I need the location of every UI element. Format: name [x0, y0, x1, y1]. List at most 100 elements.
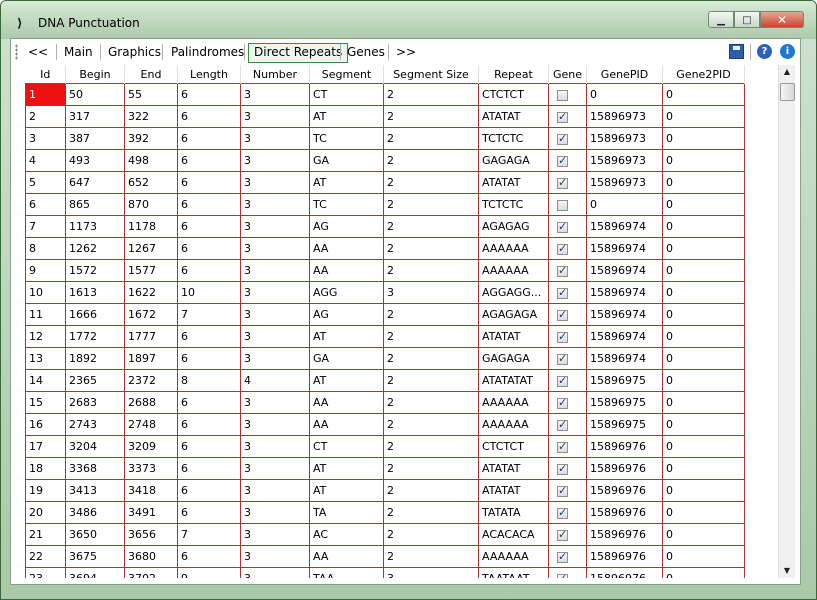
- table-cell[interactable]: 652: [124, 171, 178, 194]
- table-cell[interactable]: AT: [309, 457, 384, 480]
- table-cell[interactable]: 15896973: [586, 105, 663, 128]
- table-cell[interactable]: 6: [177, 347, 241, 370]
- gene-checkbox[interactable]: [557, 132, 568, 145]
- gene-checkbox-cell[interactable]: [548, 501, 587, 524]
- table-cell[interactable]: 6: [177, 391, 241, 414]
- table-cell[interactable]: 3: [240, 325, 310, 348]
- table-cell[interactable]: AAAAAA: [478, 259, 549, 282]
- table-cell[interactable]: AA: [309, 237, 384, 260]
- table-cell[interactable]: 0: [662, 127, 745, 150]
- table-row[interactable]: 121772177763AT2ATATAT 158969740: [25, 325, 745, 348]
- table-row[interactable]: 173204320963CT2CTCTCT 158969760: [25, 435, 745, 458]
- table-cell[interactable]: 1613: [65, 281, 125, 304]
- table-cell[interactable]: 3: [240, 237, 310, 260]
- table-cell[interactable]: 6: [177, 215, 241, 238]
- table-cell[interactable]: ATATAT: [478, 171, 549, 194]
- table-cell[interactable]: 3650: [65, 523, 125, 546]
- table-cell[interactable]: 0: [662, 237, 745, 260]
- table-cell[interactable]: 3702: [124, 567, 178, 578]
- table-cell[interactable]: 13: [25, 347, 66, 370]
- table-row[interactable]: 564765263AT2ATATAT 158969730: [25, 171, 745, 194]
- column-header[interactable]: Id: [25, 65, 66, 84]
- table-cell[interactable]: 15896976: [586, 501, 663, 524]
- table-cell[interactable]: 3: [240, 105, 310, 128]
- table-cell[interactable]: 11: [25, 303, 66, 326]
- table-cell[interactable]: 1622: [124, 281, 178, 304]
- gene-checkbox-cell[interactable]: [548, 193, 587, 216]
- table-cell[interactable]: 1772: [65, 325, 125, 348]
- table-cell[interactable]: 15896974: [586, 259, 663, 282]
- table-cell[interactable]: 12: [25, 325, 66, 348]
- table-cell[interactable]: 15896973: [586, 127, 663, 150]
- table-row[interactable]: 152683268863AA2AAAAAA 158969750: [25, 391, 745, 414]
- table-cell[interactable]: 3368: [65, 457, 125, 480]
- table-cell[interactable]: 3: [240, 479, 310, 502]
- table-cell[interactable]: 20: [25, 501, 66, 524]
- table-cell[interactable]: 2: [383, 523, 479, 546]
- table-row[interactable]: 1016131622103AGG3AGGAGG...158969740: [25, 281, 745, 304]
- table-cell[interactable]: 1: [25, 83, 66, 106]
- table-cell[interactable]: 6: [177, 105, 241, 128]
- table-cell[interactable]: 1897: [124, 347, 178, 370]
- table-cell[interactable]: 3: [240, 83, 310, 106]
- gene-checkbox[interactable]: [557, 352, 568, 365]
- table-cell[interactable]: 3694: [65, 567, 125, 578]
- gene-checkbox[interactable]: [557, 484, 568, 497]
- gene-checkbox-cell[interactable]: [548, 237, 587, 260]
- table-cell[interactable]: 3: [240, 259, 310, 282]
- table-row[interactable]: 449349863GA2GAGAGA 158969730: [25, 149, 745, 172]
- table-cell[interactable]: 1267: [124, 237, 178, 260]
- table-cell[interactable]: 5: [25, 171, 66, 194]
- table-cell[interactable]: 3: [240, 347, 310, 370]
- table-cell[interactable]: 7: [177, 303, 241, 326]
- table-cell[interactable]: GAGAGA: [478, 347, 549, 370]
- gene-checkbox[interactable]: [557, 506, 568, 519]
- table-cell[interactable]: 9: [177, 567, 241, 578]
- table-cell[interactable]: 2688: [124, 391, 178, 414]
- table-cell[interactable]: 15896976: [586, 523, 663, 546]
- table-cell[interactable]: 2372: [124, 369, 178, 392]
- table-cell[interactable]: 0: [586, 193, 663, 216]
- gene-checkbox-cell[interactable]: [548, 545, 587, 568]
- table-cell[interactable]: ATATAT: [478, 479, 549, 502]
- table-cell[interactable]: 0: [662, 413, 745, 436]
- gene-checkbox-cell[interactable]: [548, 83, 587, 106]
- table-cell[interactable]: GA: [309, 347, 384, 370]
- table-cell[interactable]: 3486: [65, 501, 125, 524]
- table-cell[interactable]: 6: [177, 325, 241, 348]
- maximize-button[interactable]: □: [734, 11, 760, 28]
- gene-checkbox[interactable]: [557, 199, 568, 211]
- help-icon[interactable]: ?: [757, 44, 772, 59]
- gene-checkbox[interactable]: [557, 220, 568, 233]
- table-cell[interactable]: AG: [309, 303, 384, 326]
- table-cell[interactable]: 23: [25, 567, 66, 578]
- table-cell[interactable]: 0: [662, 281, 745, 304]
- gene-checkbox[interactable]: [557, 440, 568, 453]
- table-cell[interactable]: 15896974: [586, 347, 663, 370]
- table-cell[interactable]: 2: [383, 457, 479, 480]
- table-cell[interactable]: TCTCTC: [478, 193, 549, 216]
- table-cell[interactable]: ATATAT: [478, 105, 549, 128]
- table-row[interactable]: 183368337363AT2ATATAT 158969760: [25, 457, 745, 480]
- table-cell[interactable]: 2: [383, 501, 479, 524]
- gene-checkbox[interactable]: [557, 572, 568, 578]
- table-cell[interactable]: 10: [25, 281, 66, 304]
- gene-checkbox[interactable]: [557, 550, 568, 563]
- table-cell[interactable]: 2: [383, 127, 479, 150]
- table-cell[interactable]: 15896976: [586, 479, 663, 502]
- gene-checkbox-cell[interactable]: [548, 413, 587, 436]
- table-cell[interactable]: 15896974: [586, 303, 663, 326]
- table-cell[interactable]: 3204: [65, 435, 125, 458]
- gene-checkbox[interactable]: [557, 528, 568, 541]
- gene-checkbox-cell[interactable]: [548, 479, 587, 502]
- gene-checkbox[interactable]: [557, 89, 568, 101]
- table-cell[interactable]: TAA: [309, 567, 384, 578]
- table-cell[interactable]: 50: [65, 83, 125, 106]
- table-cell[interactable]: AA: [309, 259, 384, 282]
- table-cell[interactable]: 22: [25, 545, 66, 568]
- table-cell[interactable]: 2: [383, 171, 479, 194]
- table-cell[interactable]: 17: [25, 435, 66, 458]
- gene-checkbox[interactable]: [557, 176, 568, 189]
- table-row[interactable]: 162743274863AA2AAAAAA 158969750: [25, 413, 745, 436]
- tab-genes[interactable]: Genes: [342, 43, 390, 61]
